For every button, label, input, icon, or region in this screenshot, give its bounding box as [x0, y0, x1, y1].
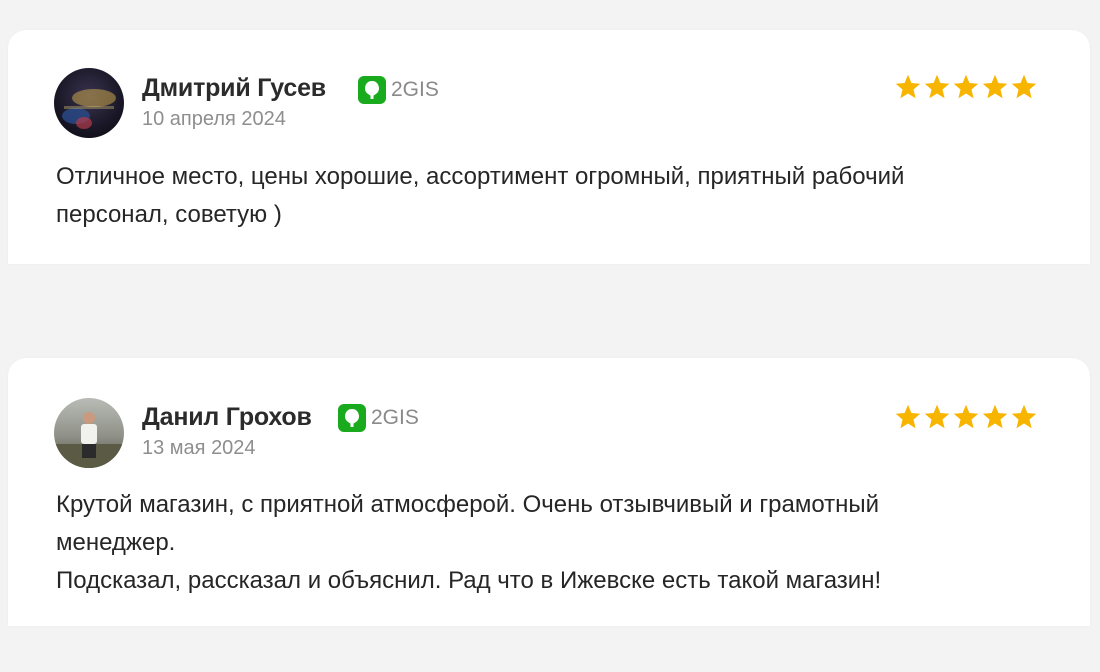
star-icon: [924, 74, 950, 99]
star-icon: [982, 74, 1008, 99]
review-source: 2GIS: [338, 404, 419, 432]
avatar[interactable]: [54, 68, 124, 138]
review-source: 2GIS: [358, 76, 439, 104]
star-icon: [924, 404, 950, 429]
review-date: 13 мая 2024: [142, 437, 256, 459]
star-icon: [895, 74, 921, 99]
review-date: 10 апреля 2024: [142, 108, 286, 130]
star-icon: [1011, 404, 1037, 429]
star-icon: [1011, 74, 1037, 99]
avatar-photo: [54, 398, 124, 468]
author-name[interactable]: Данил Грохов: [142, 403, 312, 432]
review-text: Отличное место, цены хорошие, ассортимен…: [56, 163, 905, 228]
source-label: 2GIS: [391, 78, 439, 101]
rating-stars: [894, 403, 1038, 431]
review-card: Данил Грохов 2GIS 13 мая 2024 Крутой маг…: [8, 358, 1090, 626]
avatar[interactable]: [54, 398, 124, 468]
source-label: 2GIS: [371, 406, 419, 429]
2gis-logo-icon: [358, 76, 386, 104]
star-icon: [953, 404, 979, 429]
star-icon: [953, 74, 979, 99]
review-text: Крутой магазин, с приятной атмосферой. О…: [56, 491, 882, 594]
2gis-logo-icon: [338, 404, 366, 432]
review-card: Дмитрий Гусев 2GIS 10 апреля 2024 Отличн…: [8, 30, 1090, 264]
star-icon: [982, 404, 1008, 429]
author-name[interactable]: Дмитрий Гусев: [142, 74, 326, 103]
star-icon: [895, 404, 921, 429]
avatar-photo: [54, 68, 124, 138]
rating-stars: [894, 73, 1038, 101]
